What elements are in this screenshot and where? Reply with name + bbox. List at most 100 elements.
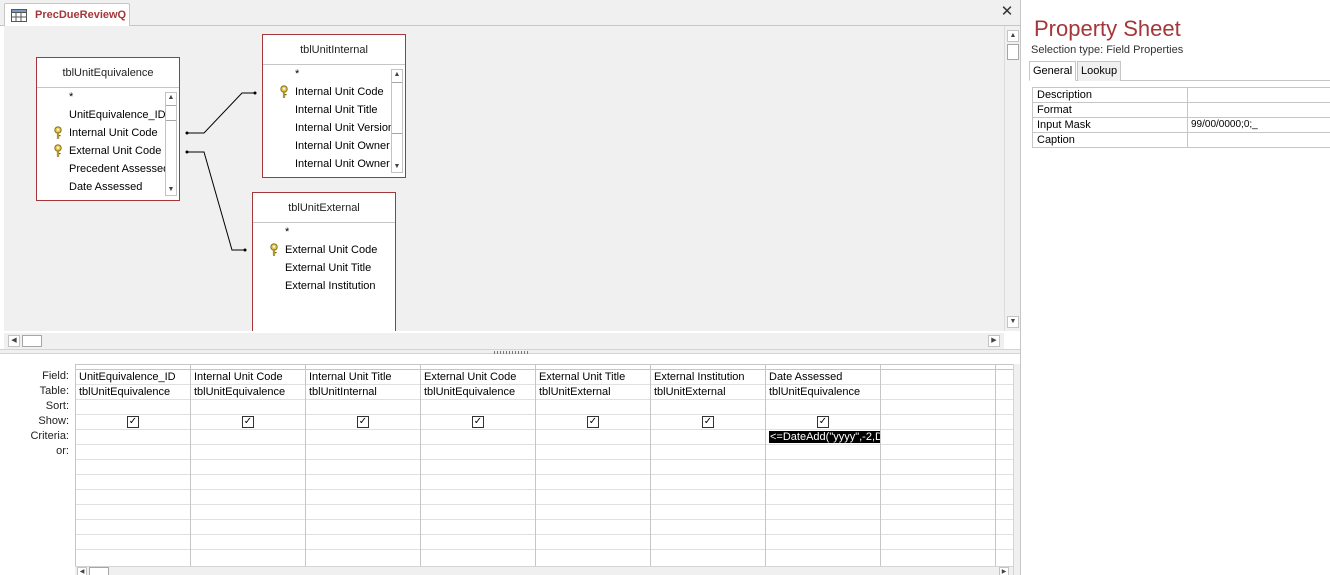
property-row[interactable]: Caption — [1032, 133, 1330, 148]
grid-cell-empty[interactable] — [881, 475, 995, 490]
grid-cell-criteria[interactable] — [76, 430, 190, 445]
grid-column[interactable]: UnitEquivalence_ID tblUnitEquivalence ✓ — [76, 365, 191, 566]
scroll-right-icon[interactable]: ▶ — [988, 335, 1000, 347]
grid-cell-empty[interactable] — [881, 490, 995, 505]
field-row[interactable]: Internal Unit Code — [263, 83, 405, 101]
scroll-thumb[interactable] — [392, 82, 402, 134]
scroll-up-icon[interactable]: ▲ — [392, 70, 402, 80]
grid-cell-empty[interactable] — [536, 490, 650, 505]
grid-cell-show[interactable]: ✓ — [651, 415, 765, 430]
grid-cell-empty[interactable] — [766, 460, 880, 475]
show-checkbox[interactable]: ✓ — [127, 416, 139, 428]
field-row[interactable]: External Unit Code — [253, 241, 395, 259]
document-tab[interactable]: PrecDueReviewQ — [4, 3, 130, 27]
grid-cell-table[interactable]: tblUnitExternal — [651, 385, 765, 400]
grid-cell-empty[interactable] — [306, 505, 420, 520]
grid-cell-empty[interactable] — [306, 520, 420, 535]
scroll-up-icon[interactable]: ▲ — [1007, 30, 1019, 42]
grid-cell-empty[interactable] — [306, 535, 420, 550]
grid-cell-empty[interactable] — [421, 490, 535, 505]
grid-cell-criteria[interactable] — [881, 430, 995, 445]
grid-cell-or[interactable] — [191, 445, 305, 460]
grid-cell-criteria[interactable] — [421, 430, 535, 445]
grid-column[interactable] — [996, 365, 1013, 566]
grid-column[interactable]: Date Assessed tblUnitEquivalence ✓ <=DateAd… — [766, 365, 881, 566]
property-value[interactable] — [1189, 103, 1330, 118]
grid-cell-empty[interactable] — [881, 535, 995, 550]
grid-cell-empty[interactable] — [76, 535, 190, 550]
grid-column[interactable]: Internal Unit Title tblUnitInternal ✓ — [306, 365, 421, 566]
grid-cell-table[interactable]: tblUnitInternal — [306, 385, 420, 400]
grid-cell-empty[interactable] — [536, 520, 650, 535]
scroll-left-icon[interactable]: ◀ — [8, 335, 20, 347]
grid-cell-empty[interactable] — [881, 460, 995, 475]
property-row[interactable]: Description — [1032, 88, 1330, 103]
field-row[interactable]: * — [37, 88, 179, 106]
show-checkbox[interactable]: ✓ — [587, 416, 599, 428]
scroll-left-icon[interactable]: ◀ — [77, 567, 87, 575]
grid-cell-empty[interactable] — [651, 520, 765, 535]
close-icon[interactable]: ✕ — [1000, 4, 1014, 19]
property-row[interactable]: Input Mask 99/00/0000;0;_ — [1032, 118, 1330, 133]
field-row[interactable]: Internal Unit Version — [263, 119, 405, 137]
grid-cell-or[interactable] — [766, 445, 880, 460]
tab-general[interactable]: General — [1029, 61, 1077, 81]
grid-cell-empty[interactable] — [881, 505, 995, 520]
field-row[interactable]: Precedent Assessed — [37, 160, 179, 178]
scroll-down-icon[interactable]: ▼ — [392, 162, 402, 172]
grid-cell-empty[interactable] — [306, 475, 420, 490]
show-checkbox[interactable]: ✓ — [242, 416, 254, 428]
grid-cell-empty[interactable] — [536, 475, 650, 490]
grid-cell-empty[interactable] — [881, 520, 995, 535]
grid-cell-table[interactable]: tblUnitExternal — [536, 385, 650, 400]
table-design-canvas[interactable]: tblUnitEquivalence * UnitEquivalence_ID In… — [4, 26, 1004, 331]
grid-cell-empty[interactable] — [421, 505, 535, 520]
grid-column[interactable] — [881, 365, 996, 566]
grid-cell-sort[interactable] — [76, 400, 190, 415]
show-checkbox[interactable]: ✓ — [472, 416, 484, 428]
grid-cell-empty[interactable] — [996, 490, 1013, 505]
grid-cell-empty[interactable] — [191, 460, 305, 475]
grid-cell-empty[interactable] — [651, 535, 765, 550]
field-row[interactable]: Internal Unit Owner — [263, 155, 405, 173]
grid-cell-empty[interactable] — [996, 475, 1013, 490]
table-tblUnitEquivalence[interactable]: tblUnitEquivalence * UnitEquivalence_ID In… — [36, 57, 180, 201]
grid-cell-sort[interactable] — [881, 400, 995, 415]
field-row[interactable]: UnitEquivalence_ID — [37, 106, 179, 124]
grid-cell-empty[interactable] — [76, 460, 190, 475]
grid-cell-criteria[interactable] — [536, 430, 650, 445]
tab-lookup[interactable]: Lookup — [1077, 61, 1122, 81]
grid-cell-or[interactable] — [76, 445, 190, 460]
scroll-thumb[interactable] — [1007, 44, 1019, 60]
grid-cell-show[interactable]: ✓ — [76, 415, 190, 430]
grid-cell-field[interactable]: External Unit Title — [536, 370, 650, 385]
grid-cell-table[interactable]: tblUnitEquivalence — [76, 385, 190, 400]
grid-cell-empty[interactable] — [76, 490, 190, 505]
field-row[interactable]: Internal Unit Code — [37, 124, 179, 142]
grid-cell-table[interactable]: tblUnitEquivalence — [766, 385, 880, 400]
table-field-scrollbar[interactable]: ▲ ▼ — [165, 92, 177, 196]
grid-cell-empty[interactable] — [651, 460, 765, 475]
grid-cell-empty[interactable] — [766, 520, 880, 535]
grid-cell-sort[interactable] — [996, 400, 1013, 415]
table-tblUnitInternal[interactable]: tblUnitInternal * Internal Unit Code Inter… — [262, 34, 406, 178]
grid-cell-show[interactable]: ✓ — [536, 415, 650, 430]
grid-cell-criteria[interactable] — [191, 430, 305, 445]
grid-cell-sort[interactable] — [536, 400, 650, 415]
grid-cell-show[interactable]: ✓ — [421, 415, 535, 430]
grid-cell-empty[interactable] — [421, 475, 535, 490]
grid-cell-empty[interactable] — [306, 460, 420, 475]
grid-cell-empty[interactable] — [996, 535, 1013, 550]
scroll-thumb[interactable] — [166, 105, 176, 121]
grid-cell-empty[interactable] — [76, 475, 190, 490]
grid-cell-criteria[interactable] — [306, 430, 420, 445]
grid-vertical-scrollbar[interactable] — [1013, 364, 1020, 575]
grid-cell-field[interactable] — [996, 370, 1013, 385]
grid-cell-empty[interactable] — [766, 535, 880, 550]
table-field-scrollbar[interactable]: ▲ ▼ — [391, 69, 403, 173]
grid-cell-empty[interactable] — [421, 520, 535, 535]
grid-cell-criteria[interactable] — [651, 430, 765, 445]
grid-cell-empty[interactable] — [536, 535, 650, 550]
field-row[interactable]: * — [253, 223, 395, 241]
canvas-horizontal-scrollbar[interactable]: ◀ ▶ — [4, 333, 1004, 349]
